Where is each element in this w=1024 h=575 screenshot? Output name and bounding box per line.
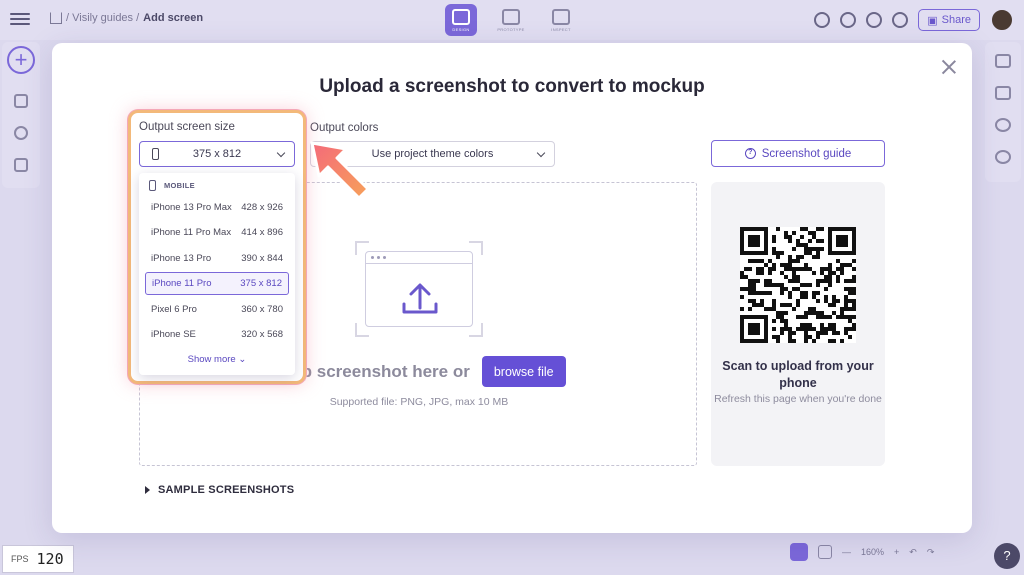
chevron-down-icon bbox=[276, 148, 286, 158]
palette-icon[interactable] bbox=[995, 150, 1011, 164]
lock-icon: ▣ bbox=[927, 14, 938, 27]
prototype-icon bbox=[502, 8, 520, 25]
phone-icon bbox=[152, 148, 159, 160]
output-size-dropdown: MOBILE iPhone 13 Pro Max 428 x 926 iPhone… bbox=[139, 173, 295, 375]
output-size-label: Output screen size bbox=[139, 121, 235, 133]
zoom-out-icon[interactable]: — bbox=[842, 547, 851, 557]
dropdown-item[interactable]: iPhone 11 Pro Max 414 x 896 bbox=[145, 221, 289, 244]
undo-icon[interactable]: ↶ bbox=[909, 547, 917, 558]
phone-icon bbox=[149, 180, 156, 191]
tab-inspect[interactable]: INSPECT bbox=[545, 4, 577, 36]
menu-icon[interactable] bbox=[10, 10, 30, 28]
pages-icon[interactable] bbox=[14, 158, 28, 172]
supported-files-text: Supported file: PNG, JPG, max 10 MB bbox=[329, 396, 509, 408]
tab-prototype[interactable]: PROTOTYPE bbox=[495, 4, 527, 36]
toolbar-right: ▣ Share bbox=[814, 8, 1014, 32]
screenshot-guide-button[interactable]: ? Screenshot guide bbox=[711, 140, 885, 167]
pointer-arrow-icon bbox=[310, 141, 370, 200]
dropdown-item[interactable]: iPhone 13 Pro 390 x 844 bbox=[145, 247, 289, 270]
search-icon[interactable] bbox=[814, 12, 831, 28]
caret-right-icon bbox=[145, 486, 150, 494]
home-icon[interactable] bbox=[50, 12, 62, 24]
output-size-select[interactable]: 375 x 812 bbox=[139, 141, 295, 167]
mode-tabs: DESIGN PROTOTYPE INSPECT bbox=[445, 4, 577, 36]
dropdown-item[interactable]: iPhone 13 Pro Max 428 x 926 bbox=[145, 196, 289, 219]
upload-icon bbox=[402, 283, 438, 314]
tab-design[interactable]: DESIGN bbox=[445, 4, 477, 36]
emoji-icon[interactable] bbox=[14, 126, 28, 140]
add-button[interactable]: + bbox=[7, 46, 35, 74]
top-toolbar: / Visily guides / Add screen DESIGN PROT… bbox=[0, 0, 1024, 40]
help-circle-icon: ? bbox=[744, 148, 756, 159]
download-icon[interactable] bbox=[866, 12, 883, 28]
modal-title: Upload a screenshot to convert to mockup bbox=[319, 76, 705, 97]
avatar[interactable] bbox=[990, 8, 1014, 32]
right-toolbar bbox=[985, 42, 1021, 182]
zoom-level[interactable]: 160% bbox=[861, 547, 884, 557]
layers-icon[interactable] bbox=[995, 86, 1011, 100]
upload-illustration bbox=[355, 241, 483, 337]
play-icon[interactable] bbox=[892, 12, 909, 28]
browse-file-button[interactable]: browse file bbox=[481, 356, 566, 387]
zoom-in-icon[interactable]: + bbox=[894, 547, 899, 557]
output-colors-label: Output colors bbox=[310, 122, 379, 134]
select-tool-icon[interactable] bbox=[790, 543, 808, 561]
components-icon[interactable] bbox=[14, 94, 28, 108]
breadcrumb: / Visily guides / Add screen bbox=[50, 12, 203, 24]
dropdown-item-selected[interactable]: iPhone 11 Pro 375 x 812 bbox=[145, 272, 289, 295]
settings-icon[interactable] bbox=[995, 54, 1011, 68]
qr-title: Scan to upload from your phone bbox=[722, 359, 874, 390]
zoom-icon[interactable] bbox=[995, 118, 1011, 132]
chevron-down-icon: ⌄ bbox=[238, 354, 247, 365]
comment-icon[interactable] bbox=[840, 12, 857, 28]
qr-panel: Scan to upload from your phone Refresh t… bbox=[711, 182, 885, 466]
close-icon[interactable] bbox=[941, 59, 957, 75]
dropdown-group-header: MOBILE bbox=[149, 180, 195, 191]
redo-icon[interactable]: ↷ bbox=[927, 547, 935, 558]
qr-code bbox=[740, 227, 856, 343]
sample-screenshots-toggle[interactable]: SAMPLE SCREENSHOTS bbox=[145, 484, 294, 496]
design-icon bbox=[452, 8, 470, 25]
bottom-tools: — 160% + ↶ ↷ bbox=[790, 543, 934, 561]
show-more-button[interactable]: Show more ⌄ bbox=[139, 354, 295, 365]
qr-subtitle: Refresh this page when you're done bbox=[714, 393, 882, 405]
inspect-icon bbox=[552, 8, 570, 25]
breadcrumb-project[interactable]: / Visily guides / bbox=[66, 12, 139, 24]
dropdown-item[interactable]: Pixel 6 Pro 360 x 780 bbox=[145, 298, 289, 321]
hand-tool-icon[interactable] bbox=[818, 545, 832, 559]
share-button[interactable]: ▣ Share bbox=[918, 9, 980, 31]
help-button[interactable]: ? bbox=[994, 543, 1020, 569]
chevron-down-icon bbox=[536, 148, 546, 158]
fps-counter: FPS 120 bbox=[2, 545, 74, 573]
left-toolbar: + bbox=[2, 42, 40, 188]
dropdown-item[interactable]: iPhone SE 320 x 568 bbox=[145, 323, 289, 346]
breadcrumb-current[interactable]: Add screen bbox=[143, 12, 203, 24]
